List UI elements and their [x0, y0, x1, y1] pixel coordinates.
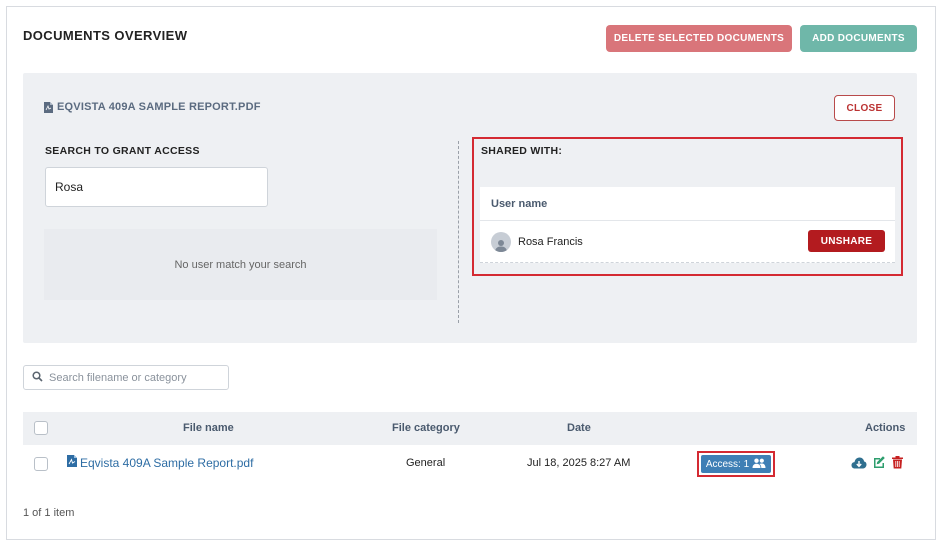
access-highlight: Access: 1 [697, 451, 775, 477]
edit-icon[interactable] [872, 455, 886, 469]
column-date[interactable]: Date [567, 422, 591, 434]
document-title: EQVISTA 409A SAMPLE REPORT.PDF [57, 101, 261, 113]
user-avatar-icon [491, 231, 511, 252]
pagination-info: 1 of 1 item [23, 507, 75, 519]
no-match-message: No user match your search [44, 229, 437, 300]
unshare-button[interactable]: UNSHARE [808, 230, 885, 252]
shared-user-name: Rosa Francis [518, 235, 583, 248]
access-label: Access: 1 [705, 458, 750, 470]
search-icon [32, 369, 43, 387]
page-title: DOCUMENTS OVERVIEW [23, 28, 188, 43]
grant-access-search-input[interactable] [45, 167, 268, 207]
close-button[interactable]: CLOSE [834, 95, 895, 121]
column-actions: Actions [865, 422, 906, 434]
pdf-file-icon [67, 455, 77, 470]
pdf-file-icon [44, 101, 53, 113]
search-grant-access-label: SEARCH TO GRANT ACCESS [45, 145, 200, 157]
select-all-checkbox[interactable] [34, 421, 48, 435]
add-documents-button[interactable]: ADD DOCUMENTS [800, 25, 917, 52]
trash-icon[interactable] [891, 455, 904, 469]
file-search-box[interactable] [23, 365, 229, 390]
column-file-category[interactable]: File category [392, 422, 460, 434]
file-name-link[interactable]: Eqvista 409A Sample Report.pdf [67, 455, 253, 470]
table-row: Eqvista 409A Sample Report.pdf General J… [23, 445, 917, 483]
column-file-name[interactable]: File name [183, 422, 234, 434]
file-search-input[interactable] [49, 371, 219, 384]
shared-users-header: User name [480, 187, 895, 221]
date-cell: Jul 18, 2025 8:27 AM [527, 457, 631, 469]
document-heading: EQVISTA 409A SAMPLE REPORT.PDF [44, 101, 261, 113]
files-table-header: File name File category Date Actions [23, 412, 917, 445]
shared-users-table: User name Rosa Francis UNSHARE [480, 187, 895, 263]
file-category-cell: General [406, 457, 446, 469]
panel-divider [458, 141, 459, 323]
shared-with-label: SHARED WITH: [481, 145, 563, 157]
delete-selected-documents-button[interactable]: DELETE SELECTED DOCUMENTS [606, 25, 792, 52]
file-name-text: Eqvista 409A Sample Report.pdf [80, 455, 254, 470]
access-button[interactable]: Access: 1 [701, 455, 771, 473]
cloud-download-icon[interactable] [851, 456, 867, 469]
row-checkbox[interactable] [34, 457, 48, 471]
users-icon [752, 458, 766, 471]
shared-user-row: Rosa Francis UNSHARE [480, 221, 895, 263]
row-actions [851, 455, 904, 469]
